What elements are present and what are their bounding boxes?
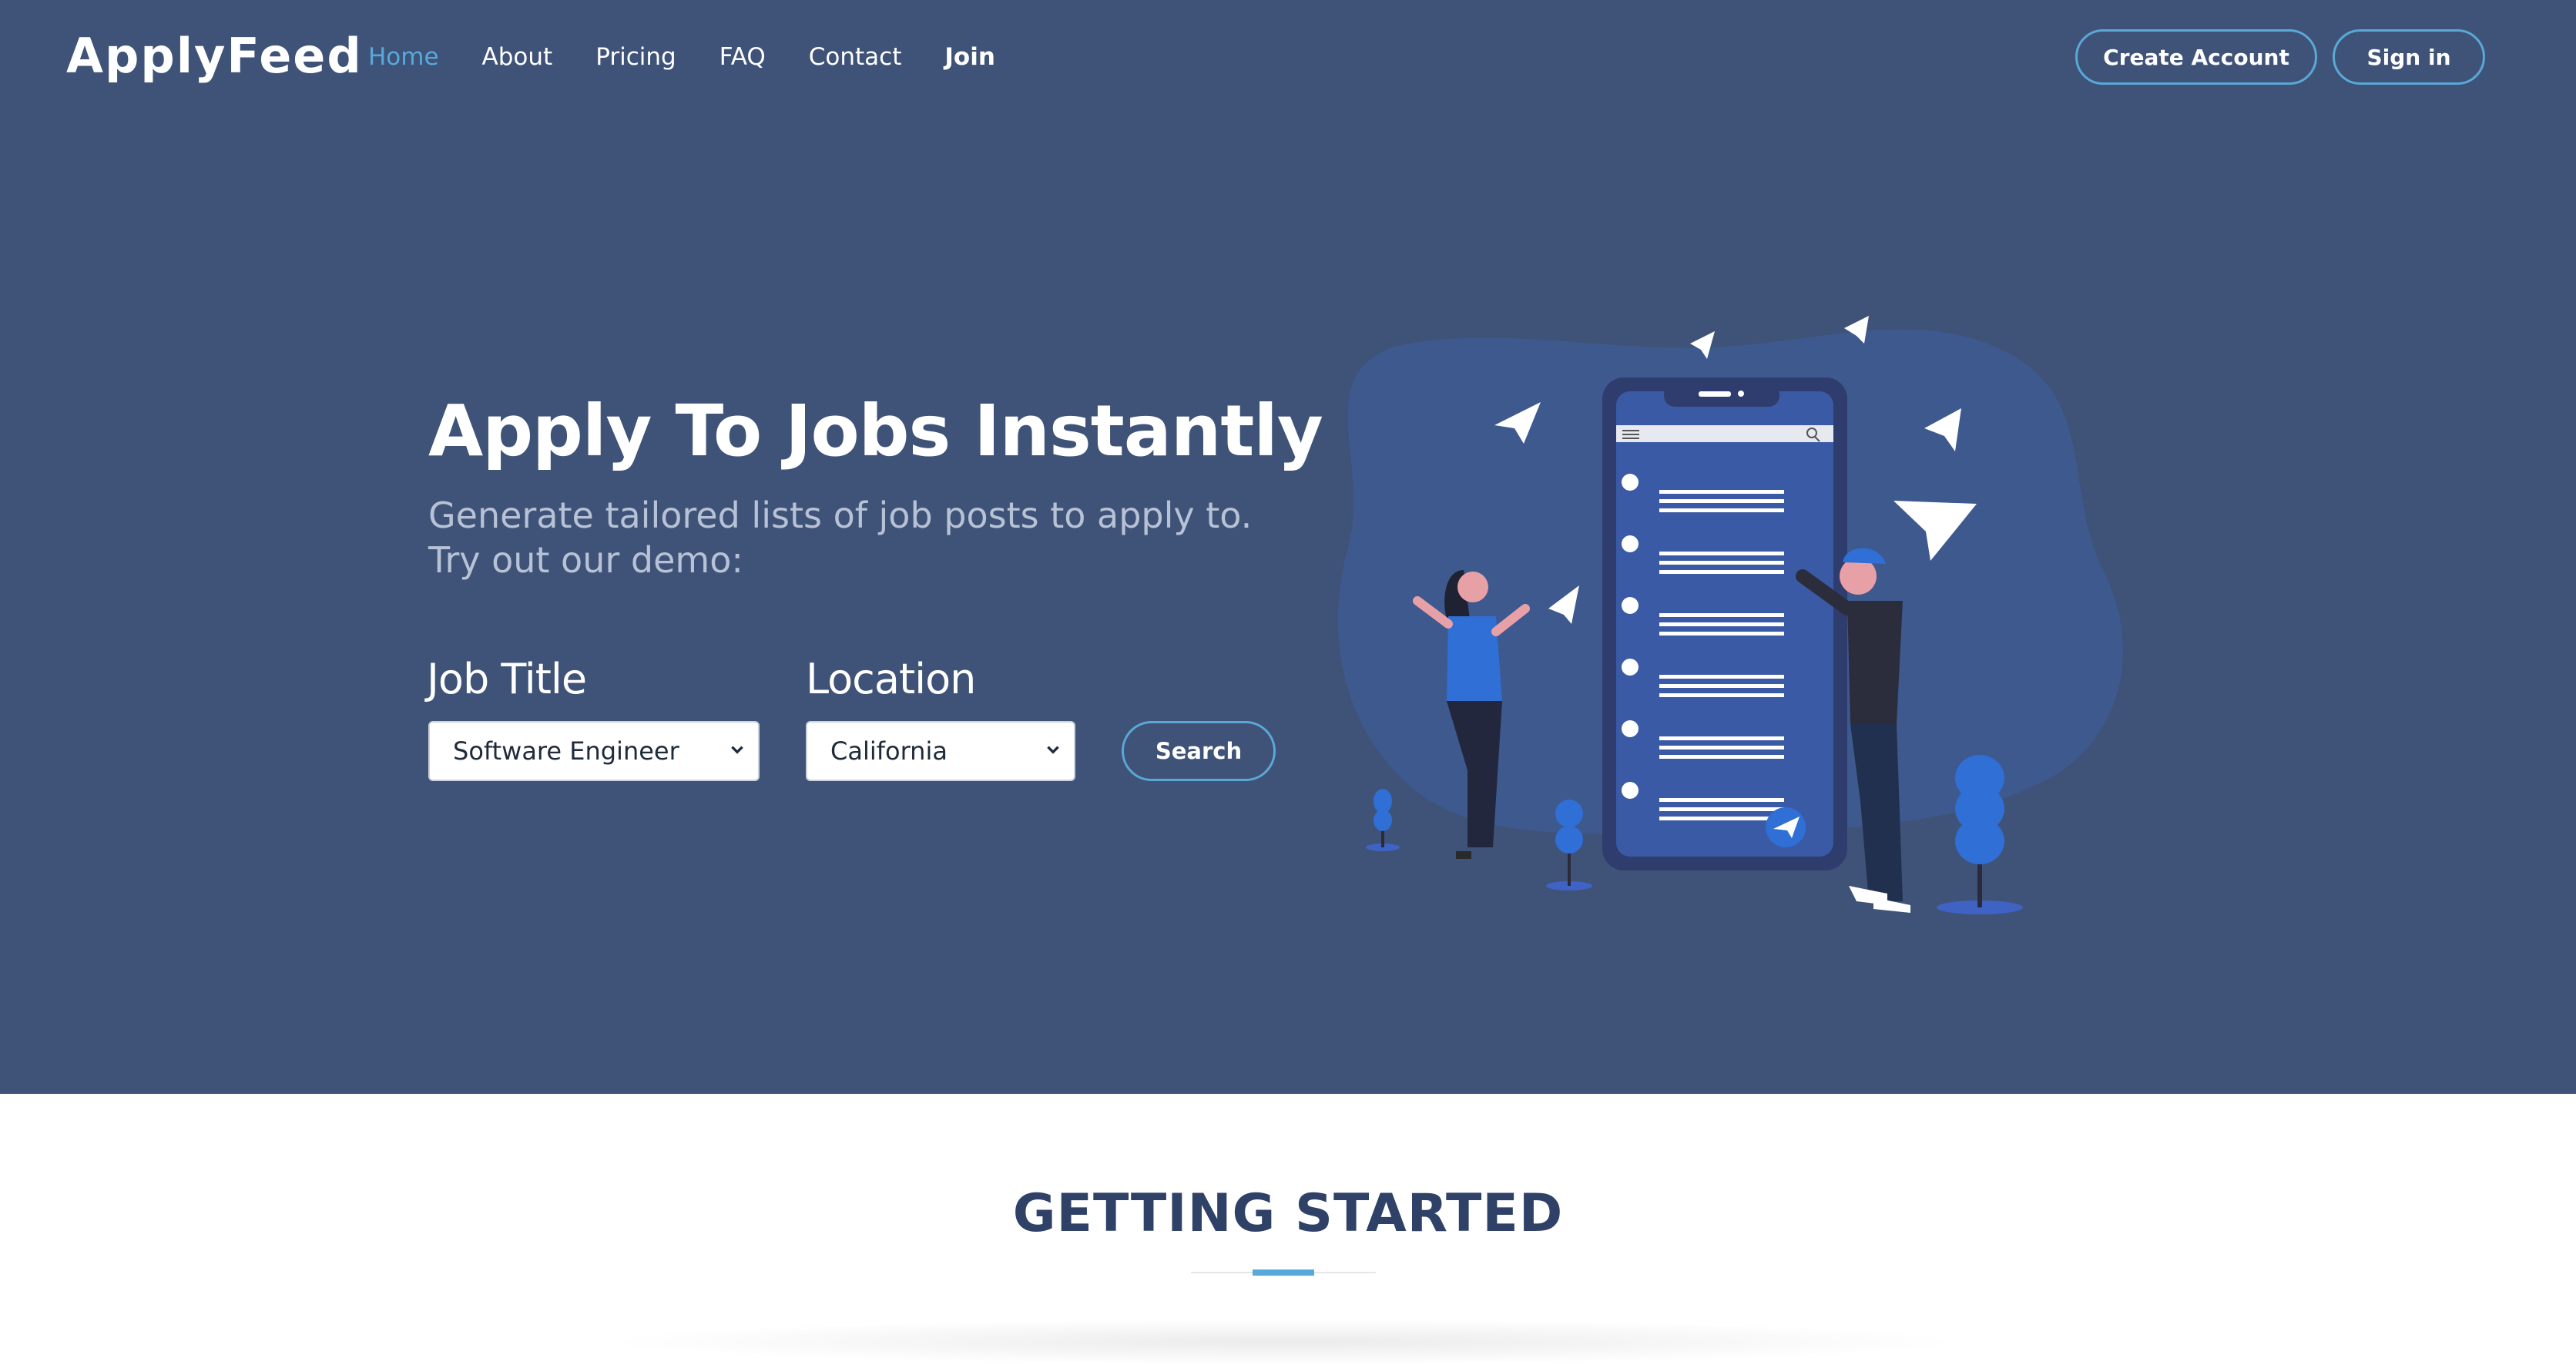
chevron-down-icon (731, 746, 743, 754)
nav-home[interactable]: Home (368, 43, 439, 71)
job-title-select-value: Software Engineer (453, 736, 679, 766)
getting-started-title: GETTING STARTED (1012, 1183, 1564, 1244)
hero-illustration (1337, 316, 2123, 914)
phone-searchbar (1616, 425, 1833, 442)
nav-contact[interactable]: Contact (809, 43, 902, 71)
location-select-value: California (830, 736, 948, 766)
hero-subtitle-line-2: Try out our demo: (428, 539, 743, 581)
card-shadow (601, 1319, 1972, 1365)
job-title-select[interactable]: Software Engineer (428, 721, 760, 781)
location-select[interactable]: California (806, 721, 1075, 781)
nav-about[interactable]: About (482, 43, 553, 71)
brand-logo[interactable]: ApplyFeed (66, 28, 363, 84)
nav-pricing[interactable]: Pricing (595, 43, 676, 71)
hero-section: ApplyFeed Home About Pricing FAQ Contact… (0, 0, 2576, 1094)
create-account-button[interactable]: Create Account (2075, 29, 2317, 85)
menu-icon (1622, 430, 1639, 439)
main-nav: Home About Pricing FAQ Contact Join (368, 43, 1038, 71)
hero-title: Apply To Jobs Instantly (428, 390, 1323, 472)
hero-subtitle: Generate tailored lists of job posts to … (428, 493, 1276, 582)
job-title-label: Job Title (427, 655, 587, 703)
section-divider-accent (1253, 1269, 1314, 1276)
nav-join[interactable]: Join (944, 43, 995, 71)
nav-faq[interactable]: FAQ (719, 43, 766, 71)
sign-in-button[interactable]: Sign in (2333, 29, 2485, 85)
search-button[interactable]: Search (1122, 721, 1276, 781)
tree-small-left (1366, 789, 1400, 851)
chevron-down-icon (1047, 746, 1059, 754)
location-label: Location (806, 655, 976, 703)
hero-subtitle-line-1: Generate tailored lists of job posts to … (428, 495, 1253, 536)
